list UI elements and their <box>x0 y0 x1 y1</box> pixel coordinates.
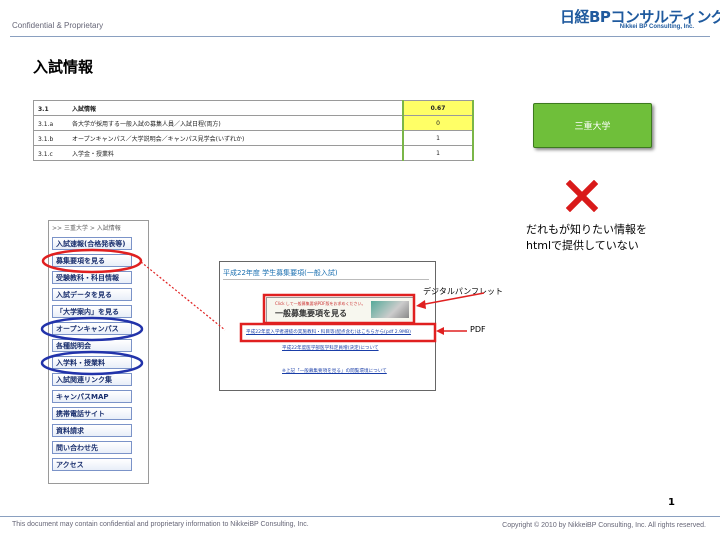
table-cell-label: 3.1.b オープンキャンパス／大学説明会／キャンパス見学会(いずれか) <box>33 130 404 146</box>
nav-item[interactable]: アクセス <box>52 458 132 471</box>
nav-item[interactable]: 入学料・授業料 <box>52 356 132 369</box>
nav-item[interactable]: 「大学案内」を見る <box>52 305 132 318</box>
nav-item[interactable]: 各種説明会 <box>52 339 132 352</box>
nav-item[interactable]: オープンキャンパス <box>52 322 132 335</box>
nav-item[interactable]: 入試データを見る <box>52 288 132 301</box>
company-logo: 日経BPコンサルティング Nikkei BP Consulting, Inc. <box>560 6 720 34</box>
row-number: 3.1 <box>38 105 49 113</box>
banner-caption: Click して一般募集要項PDF版をお求めください。 <box>275 301 366 306</box>
finding-note: だれもが知りたい情報を htmlで提供していない <box>526 222 647 254</box>
row-number: 3.1.a <box>38 120 54 128</box>
row-value: 1 <box>402 145 474 161</box>
nav-item[interactable]: 受験教科・科目情報 <box>52 271 132 284</box>
doc-link-quota[interactable]: 平成22年度医学部医学科定員増(決定)について <box>282 345 379 351</box>
evaluation-table: 3.1 入試情報 0.67 3.1.a 各大学が採用する一般入試の募集人員／入試日程… <box>33 100 474 161</box>
row-number: 3.1.c <box>38 150 53 158</box>
nav-item[interactable]: キャンパスMAP <box>52 390 132 403</box>
footer-divider <box>0 516 720 517</box>
footer-disclaimer: This document may contain confidential a… <box>12 521 309 528</box>
logo-sub-text: Nikkei BP Consulting, Inc. <box>619 24 694 30</box>
table-row: 3.1 入試情報 0.67 <box>33 100 474 116</box>
page-number: 1 <box>668 497 675 508</box>
row-label: オープンキャンパス／大学説明会／キャンパス見学会(いずれか) <box>72 135 245 143</box>
row-number: 3.1.b <box>38 135 54 143</box>
page-title: 入試情報 <box>33 58 94 76</box>
nav-item[interactable]: 募集要項を見る <box>52 254 132 267</box>
breadcrumb[interactable]: >> 三重大学 > 入試情報 <box>52 223 121 232</box>
dotted-connector <box>140 261 226 331</box>
pamphlet-label: デジタルパンフレット <box>423 287 503 296</box>
row-label: 入試情報 <box>72 105 97 113</box>
row-value: 0.67 <box>402 100 474 116</box>
banner-image <box>371 301 409 318</box>
doc-link-environment[interactable]: ※上記「一般募集要項を見る」の閲覧環境について <box>282 368 387 374</box>
nav-item[interactable]: 問い合わせ先 <box>52 441 132 454</box>
finding-note-line: htmlで提供していない <box>526 239 639 252</box>
banner-title: 一般募集要項を見る <box>275 309 347 318</box>
doc-heading: 平成22年度 学生募集要項(一般入試) <box>223 269 338 277</box>
nav-item[interactable]: 資料請求 <box>52 424 132 437</box>
header-divider <box>10 36 710 37</box>
pdf-arrowhead <box>436 327 444 335</box>
nav-item[interactable]: 入試速報(合格発表等) <box>52 237 132 250</box>
nav-item[interactable]: 入試関連リンク集 <box>52 373 132 386</box>
row-value: 0 <box>402 115 474 131</box>
doc-divider <box>223 279 429 280</box>
nav-item[interactable]: 携帯電話サイト <box>52 407 132 420</box>
table-row: 3.1.c 入学金・授業料 1 <box>33 145 474 161</box>
footer-copyright: Copyright © 2010 by NikkeiBP Consulting,… <box>502 522 706 529</box>
university-button[interactable]: 三重大学 <box>533 103 652 148</box>
confidential-label: Confidential & Proprietary <box>12 21 104 30</box>
cross-icon <box>566 180 598 212</box>
table-cell-label: 3.1.c 入学金・授業料 <box>33 145 404 161</box>
row-label: 各大学が採用する一般入試の募集人員／入試日程(両方) <box>72 120 221 128</box>
table-cell-label: 3.1.a 各大学が採用する一般入試の募集人員／入試日程(両方) <box>33 115 404 131</box>
pdf-label: PDF <box>470 325 486 334</box>
row-label: 入学金・授業料 <box>72 150 115 158</box>
table-row: 3.1.b オープンキャンパス／大学説明会／キャンパス見学会(いずれか) 1 <box>33 130 474 146</box>
table-cell-label: 3.1 入試情報 <box>33 100 404 116</box>
pamphlet-banner[interactable]: Click して一般募集要項PDF版をお求めください。 一般募集要項を見る <box>266 297 414 323</box>
table-row: 3.1.a 各大学が採用する一般入試の募集人員／入試日程(両方) 0 <box>33 115 474 131</box>
finding-note-line: だれもが知りたい情報を <box>526 223 647 236</box>
row-value: 1 <box>402 130 474 146</box>
doc-link-pdf[interactable]: 平成22年度入学者選抜の実施教科・科目等(配点含む)はこちらから(pdf 2.9… <box>246 329 411 335</box>
